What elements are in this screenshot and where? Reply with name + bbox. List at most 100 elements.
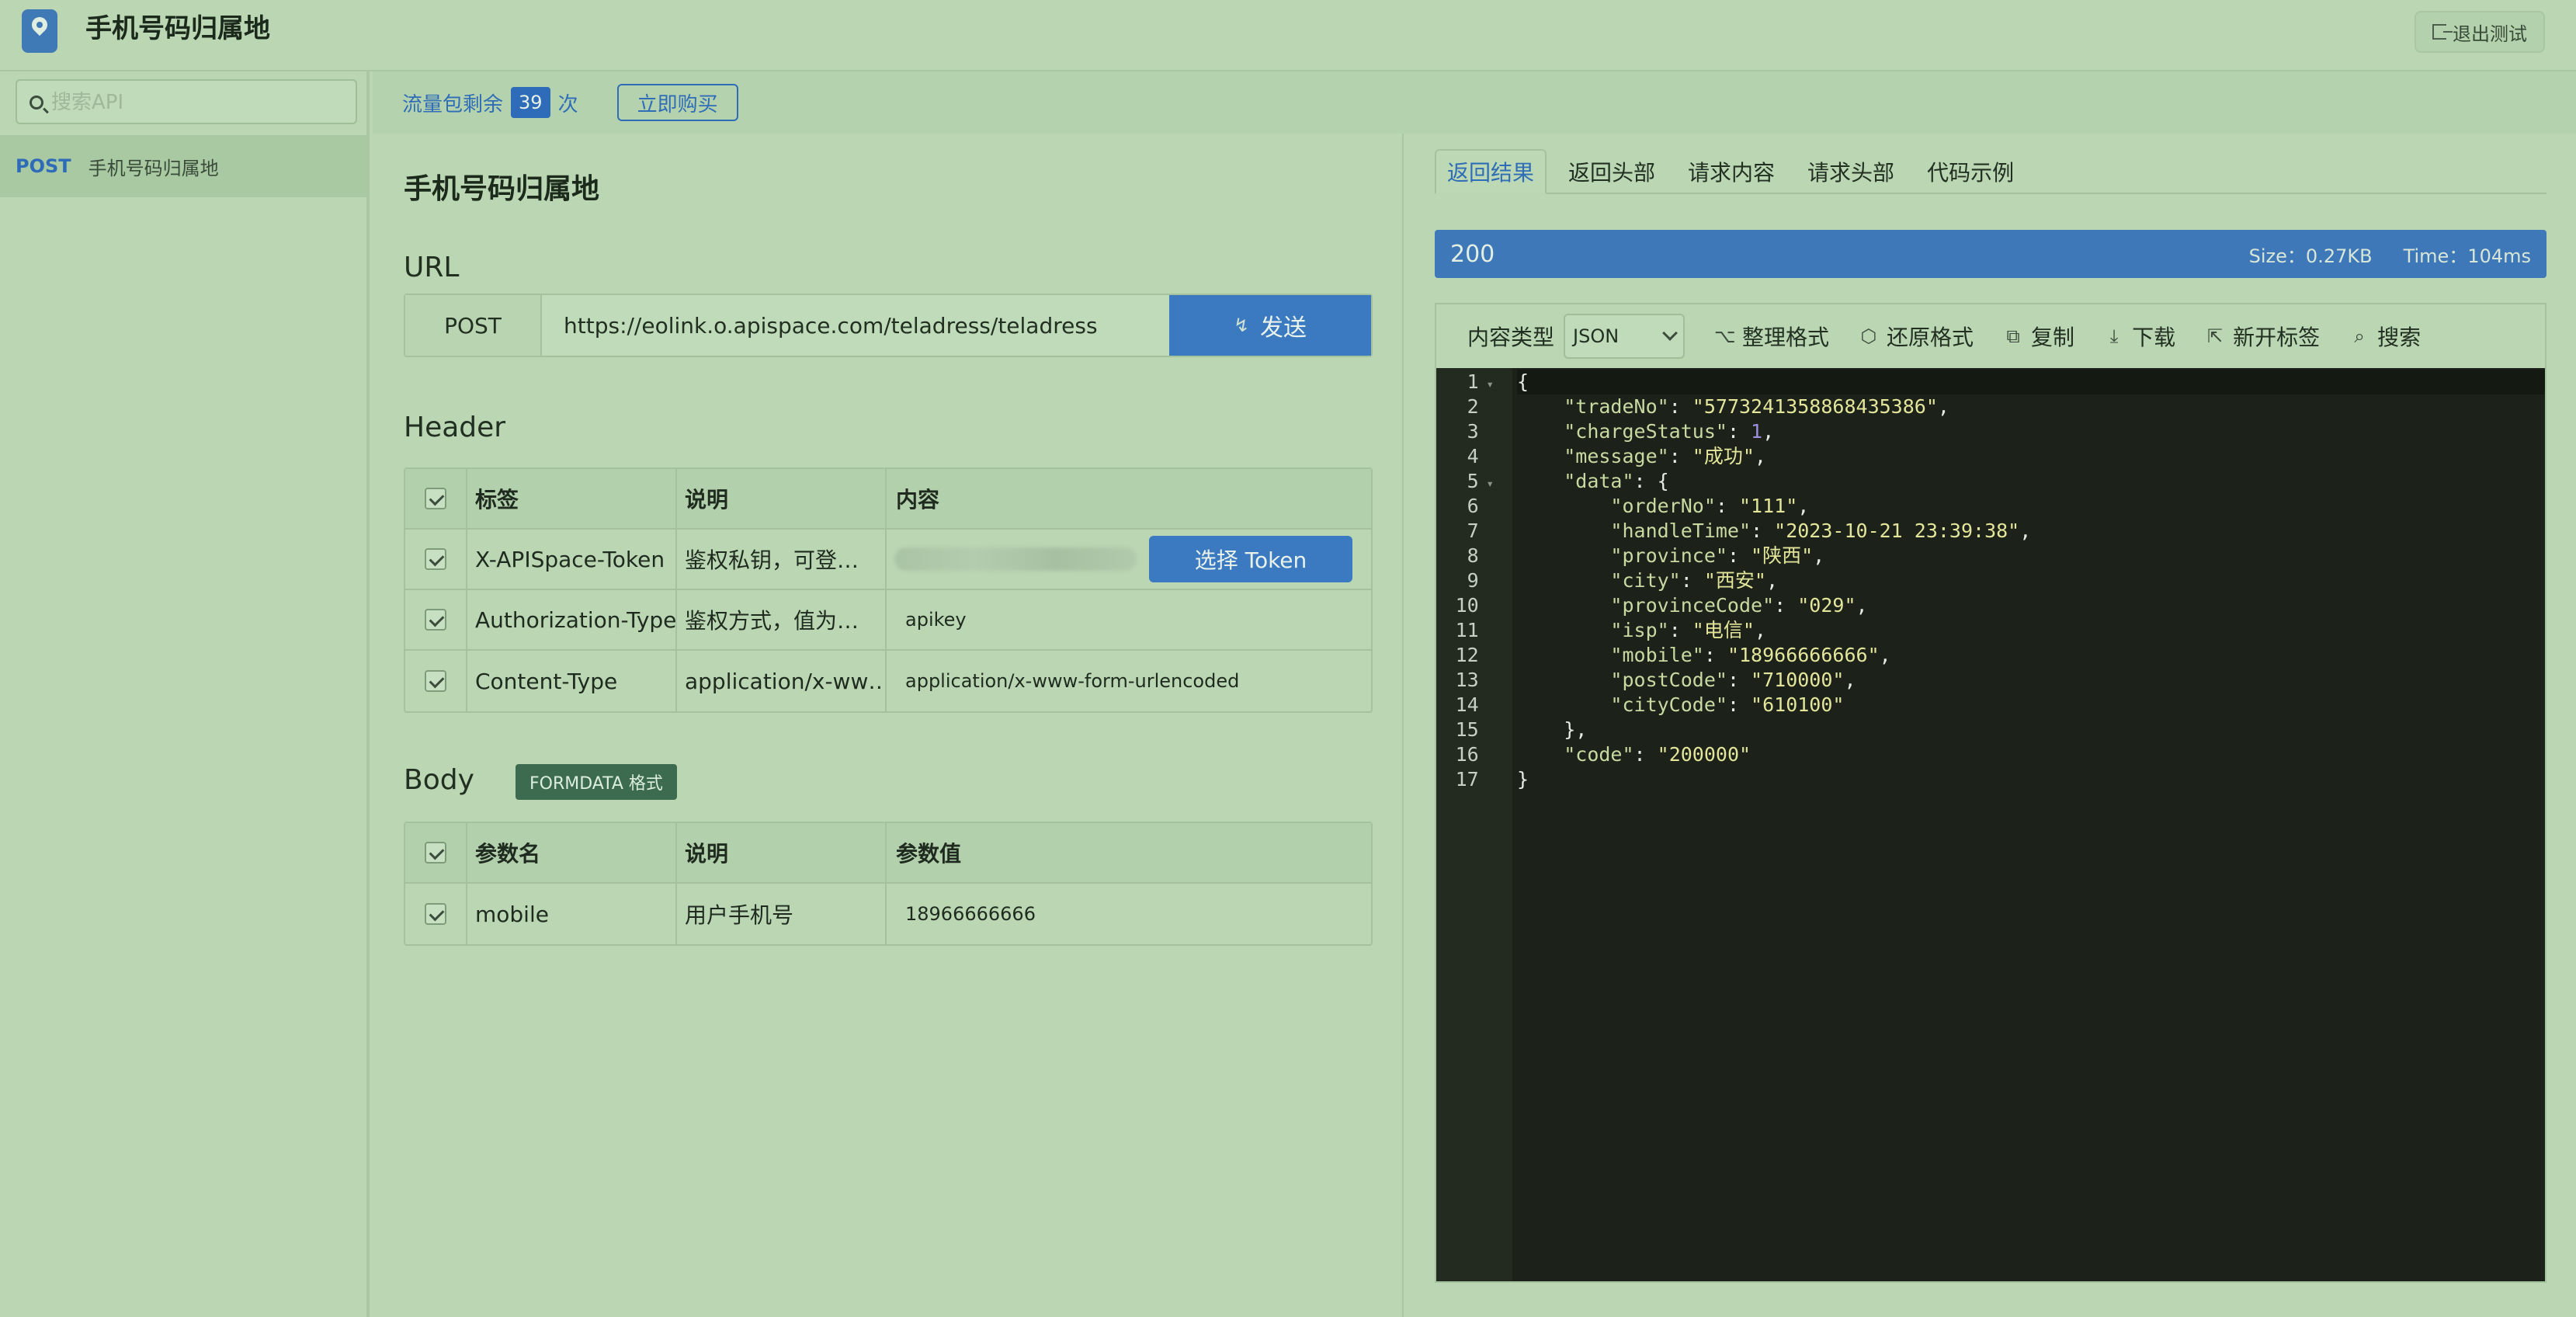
tab-response-headers[interactable]: 返回头部 [1557,149,1666,194]
line-number-gutter: 1 ▾ 2 3 4 5 ▾ 6 7 8 9 10 11 12 13 14 15 16… [1436,368,1512,1281]
code-line: "data": { [1564,470,1669,492]
request-url[interactable]: https://eolink.o.apispace.com/teladress/… [542,295,1169,356]
copy-label: 复制 [2031,325,2075,350]
body-table: 参数名 说明 参数值 mobile 用户手机号 18966666666 [404,822,1373,946]
code-line: "code": "200000" [1564,743,1751,766]
header-section-label: Header [404,412,506,443]
json-code: { "tradeNo": "5773241358868435386", "cha… [1512,368,2545,1281]
header-name: X-APISpace-Token [467,530,677,589]
code-line: }, [1564,718,1588,741]
buy-now-button[interactable]: 立即购买 [616,84,738,121]
row-checkbox[interactable] [425,670,446,692]
column-header: 参数值 [896,841,962,867]
content-type-value: JSON [1573,325,1620,347]
search-button[interactable]: ⌕ 搜索 [2349,321,2421,352]
response-tabs: 返回结果 返回头部 请求内容 请求头部 代码示例 [1435,149,2546,194]
code-line: "message": "成功", [1564,445,1766,467]
code-line: "handleTime": "2023-10-21 23:39:38", [1610,520,2032,542]
row-checkbox[interactable] [425,609,446,631]
send-button[interactable]: ↯ 发送 [1169,295,1371,356]
line-number: 9 [1467,569,1479,592]
line-number: 1 ▾ [1467,370,1494,393]
json-code-view[interactable]: 1 ▾ 2 3 4 5 ▾ 6 7 8 9 10 11 12 13 14 15 16… [1436,368,2545,1281]
quota-label: 流量包剩余 [402,92,504,116]
header-value[interactable]: apikey [887,590,1371,649]
api-name: 手机号码归属地 [88,157,219,179]
quota-unit: 次 [557,92,578,116]
row-checkbox[interactable] [425,903,446,925]
tab-request-content[interactable]: 请求内容 [1677,149,1786,194]
format-label: 整理格式 [1742,325,1830,350]
select-all-checkbox[interactable] [425,488,446,509]
code-line: "city": "西安", [1610,569,1779,592]
table-row: Content-Type application/x-ww… applicati… [405,651,1371,711]
search-icon [30,96,43,109]
send-label: 发送 [1260,314,1307,342]
editor-toolbar: 内容类型 JSON ⌥ 整理格式 ⬡ 还原格式 ⧉ 复制 ⤓ 下载 ⇱ 新开标签… [1436,304,2545,368]
api-method-tag: POST [16,155,71,177]
row-checkbox[interactable] [425,548,446,570]
search-label: 搜索 [2377,325,2422,350]
restore-label: 还原格式 [1887,325,1974,350]
exit-test-label: 退出测试 [2453,23,2527,45]
url-row: POST https://eolink.o.apispace.com/telad… [404,294,1373,357]
code-line: "chargeStatus": 1, [1564,420,1775,443]
api-search-input[interactable] [51,85,346,120]
code-line: } [1517,768,1529,791]
param-name: mobile [467,884,677,944]
line-number: 3 [1467,420,1479,443]
select-token-button[interactable]: 选择 Token [1149,536,1352,582]
response-size: Size：0.27KB [2248,245,2373,267]
response-panel: 返回结果 返回头部 请求内容 请求头部 代码示例 200 Size：0.27KB… [1402,134,2576,1317]
app-title: 手机号码归属地 [85,13,270,44]
tab-response-result[interactable]: 返回结果 [1435,149,1547,194]
exit-test-button[interactable]: 退出测试 [2415,11,2545,53]
code-line: "province": "陕西", [1610,544,1825,567]
line-number: 11 [1455,619,1479,641]
sidebar-item-api[interactable]: POST 手机号码归属地 [0,135,366,197]
column-header: 内容 [896,487,940,513]
column-header: 参数名 [467,823,677,882]
header-value[interactable]: application/x-www-form-urlencoded [887,651,1371,711]
column-header: 说明 [677,469,887,528]
top-bar: 手机号码归属地 退出测试 [0,0,2576,71]
select-all-checkbox[interactable] [425,842,446,864]
restore-format-button[interactable]: ⬡ 还原格式 [1859,321,1974,352]
external-link-icon: ⇱ [2207,325,2224,347]
code-line: "postCode": "710000", [1610,669,1856,691]
copy-button[interactable]: ⧉ 复制 [2003,321,2074,352]
send-icon: ↯ [1233,314,1250,336]
format-button[interactable]: ⌥ 整理格式 [1714,321,1829,352]
token-value-field[interactable] [894,547,1137,571]
content-type-select[interactable]: JSON [1564,314,1686,359]
param-value[interactable]: 18966666666 [887,884,1371,944]
status-code: 200 [1450,240,1495,268]
line-number: 8 [1467,544,1479,567]
brush-icon: ⌥ [1714,325,1736,347]
code-line: "isp": "电信", [1610,619,1766,641]
table-header-row: 参数名 说明 参数值 [405,823,1371,884]
table-row: Authorization-Type 鉴权方式，值为… apikey [405,590,1371,651]
header-desc: application/x-ww… [677,651,887,711]
code-line: { [1517,370,2545,394]
code-line: "provinceCode": "029", [1610,594,1868,617]
chevron-down-icon [1662,325,1678,341]
quota-bar: 流量包剩余 39 次 立即购买 [373,71,2576,134]
code-line: "cityCode": "610100" [1610,693,1845,716]
tab-request-headers[interactable]: 请求头部 [1797,149,1905,194]
logout-icon [2432,24,2453,40]
tab-code-examples[interactable]: 代码示例 [1916,149,2025,194]
download-button[interactable]: ⤓ 下载 [2104,321,2175,352]
api-search-box[interactable] [16,79,357,124]
code-line: "mobile": "18966666666", [1610,644,1891,666]
open-new-tab-button[interactable]: ⇱ 新开标签 [2205,321,2320,352]
line-number: 10 [1455,594,1479,617]
column-header: 说明 [677,823,887,882]
header-desc: 鉴权方式，值为… [677,590,887,649]
code-line: "tradeNo": "5773241358868435386", [1564,395,1949,418]
download-icon: ⤓ [2109,325,2119,347]
quota-count-badge: 39 [511,87,550,118]
line-number: 7 [1467,520,1479,542]
http-method[interactable]: POST [405,295,542,356]
line-number: 16 [1455,743,1479,766]
